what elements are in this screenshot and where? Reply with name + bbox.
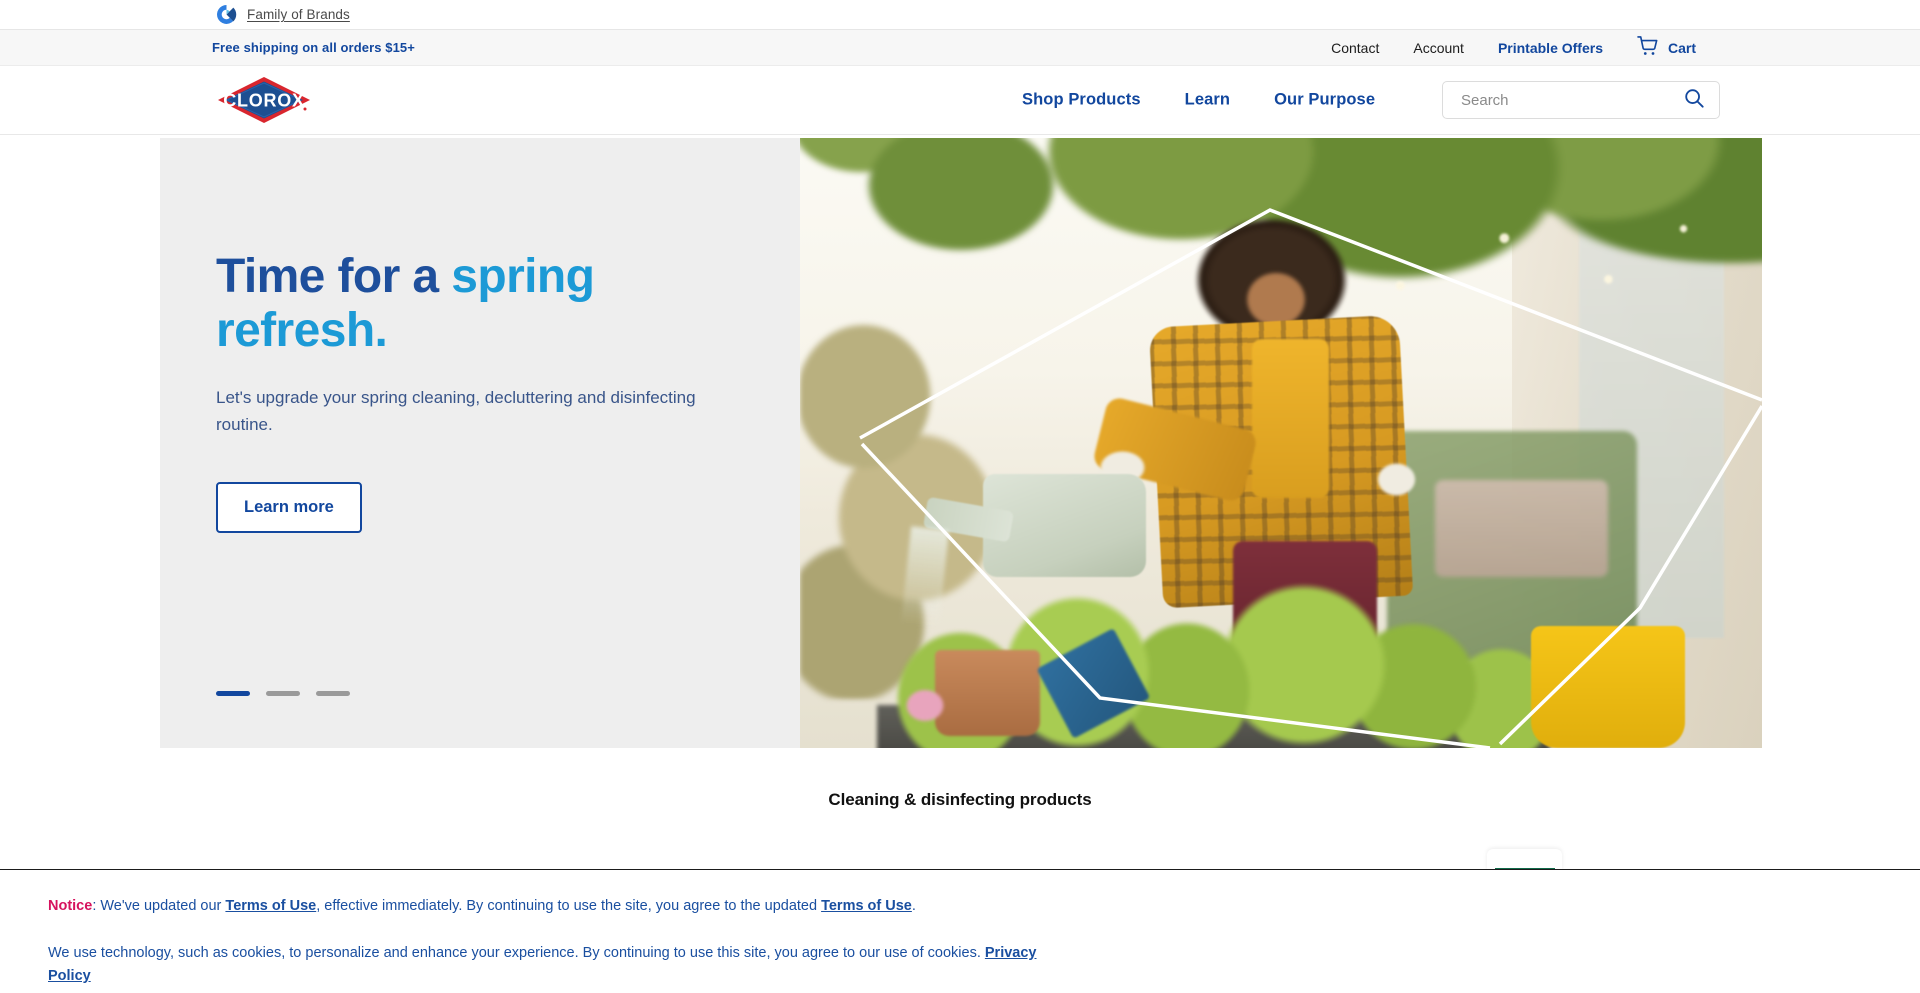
- hero-subtitle: Let's upgrade your spring cleaning, decl…: [216, 387, 696, 434]
- nav-our-purpose[interactable]: Our Purpose: [1274, 91, 1375, 110]
- nav-learn[interactable]: Learn: [1185, 91, 1230, 110]
- cart-button[interactable]: Cart: [1637, 36, 1696, 59]
- cookie-notice-line: Notice: We've updated our Terms of Use, …: [48, 896, 1038, 918]
- cookie-line1-a: : We've updated our: [92, 898, 226, 914]
- hero-carousel: Time for a spring refresh. Let's upgrade…: [160, 138, 1762, 748]
- cookie-line1-b: , effective immediately. By continuing t…: [316, 898, 822, 914]
- terms-of-use-link-1[interactable]: Terms of Use: [225, 898, 316, 914]
- family-of-brands-bar: Family of Brands: [0, 0, 1920, 30]
- main-header: CLOROX Shop Products Learn Our Purpose: [0, 66, 1920, 135]
- cart-label: Cart: [1667, 39, 1696, 56]
- family-of-brands-link[interactable]: Family of Brands: [247, 7, 350, 22]
- terms-of-use-link-2[interactable]: Terms of Use: [821, 898, 912, 914]
- account-link[interactable]: Account: [1413, 40, 1464, 56]
- hero-pink-flowers: [896, 680, 954, 730]
- cookie-line1-c: .: [911, 898, 916, 914]
- carousel-dot-1[interactable]: [216, 691, 250, 696]
- search-input[interactable]: [1461, 91, 1683, 109]
- svg-text:CLOROX: CLOROX: [223, 91, 305, 111]
- utility-bar: Free shipping on all orders $15+ Contact…: [0, 30, 1920, 66]
- hero-heading-part1: Time for a: [216, 250, 452, 303]
- clorox-logo[interactable]: CLOROX: [216, 75, 312, 125]
- utility-links: Contact Account Printable Offers Cart: [1331, 36, 1696, 59]
- nav-shop-products[interactable]: Shop Products: [1022, 91, 1141, 110]
- carousel-dot-2[interactable]: [266, 691, 300, 696]
- products-section-title: Cleaning & disinfecting products: [828, 790, 1092, 809]
- hero-heading: Time for a spring refresh.: [216, 250, 646, 358]
- hero-glove-right: [1367, 455, 1426, 504]
- product-card-peek[interactable]: [1487, 849, 1562, 871]
- clorox-family-swirl-icon: [216, 4, 237, 25]
- cookie-consent-banner: Notice: We've updated our Terms of Use, …: [0, 869, 1920, 993]
- carousel-dot-3[interactable]: [316, 691, 350, 696]
- cookie-policy-line: We use technology, such as cookies, to p…: [48, 942, 1038, 989]
- free-shipping-message: Free shipping on all orders $15+: [212, 40, 415, 55]
- hero-image: [800, 138, 1762, 748]
- carousel-indicators: [216, 691, 350, 696]
- shopping-cart-icon: [1637, 36, 1659, 59]
- primary-nav: Shop Products Learn Our Purpose: [1022, 91, 1375, 110]
- hero-person-top: [1252, 339, 1330, 498]
- hero-cushion: [1434, 479, 1609, 578]
- hero-learn-more-button[interactable]: Learn more: [216, 481, 362, 533]
- hero-copy-panel: Time for a spring refresh. Let's upgrade…: [160, 138, 800, 748]
- page-root: Family of Brands Free shipping on all or…: [0, 0, 1920, 993]
- printable-offers-link[interactable]: Printable Offers: [1498, 40, 1603, 56]
- notice-label: Notice: [48, 898, 93, 914]
- cookie-line2-a: We use technology, such as cookies, to p…: [48, 944, 985, 961]
- cookie-banner-text: Notice: We've updated our Terms of Use, …: [48, 896, 1038, 989]
- hero-yellow-bucket: [1531, 626, 1686, 748]
- search-icon[interactable]: [1683, 87, 1705, 114]
- contact-link[interactable]: Contact: [1331, 40, 1379, 56]
- search-box[interactable]: [1442, 81, 1720, 119]
